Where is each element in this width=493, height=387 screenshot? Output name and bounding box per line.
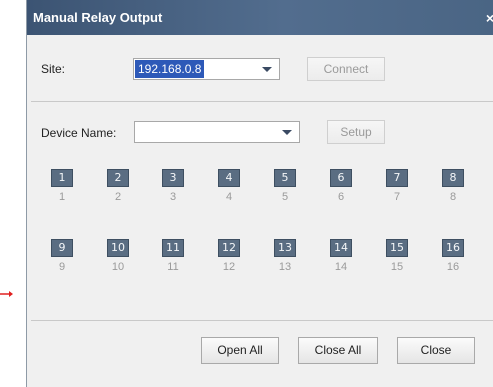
relay-9[interactable]: 99 (51, 239, 73, 279)
relay-button[interactable]: 4 (218, 169, 240, 187)
relay-row-1: 11 22 33 44 55 66 77 88 (31, 169, 493, 209)
site-panel: Site: 192.168.0.8 Connect (31, 40, 493, 102)
title-bar: Manual Relay Output × (27, 0, 493, 35)
relay-number: 8 (449, 191, 457, 203)
relay-button[interactable]: 14 (330, 239, 352, 257)
chevron-down-icon[interactable] (278, 122, 296, 142)
relay-number: 5 (281, 191, 289, 203)
open-all-button[interactable]: Open All (201, 337, 279, 364)
relay-8[interactable]: 88 (442, 169, 464, 209)
relay-number: 1 (58, 191, 66, 203)
setup-button[interactable]: Setup (327, 120, 385, 144)
relay-button[interactable]: 16 (442, 239, 464, 257)
background-strip (0, 0, 26, 387)
chevron-down-icon[interactable] (258, 59, 276, 79)
close-icon[interactable]: × (486, 10, 493, 26)
pointer-arrow-icon (0, 290, 14, 298)
relay-1[interactable]: 11 (51, 169, 73, 209)
relay-button[interactable]: 1 (51, 169, 73, 187)
relay-7[interactable]: 77 (386, 169, 408, 209)
relay-2[interactable]: 22 (107, 169, 129, 209)
relay-button[interactable]: 3 (162, 169, 184, 187)
relay-button[interactable]: 9 (51, 239, 73, 257)
relay-button[interactable]: 10 (107, 239, 129, 257)
device-name-label: Device Name: (41, 126, 117, 140)
close-all-button[interactable]: Close All (298, 337, 378, 364)
site-combobox[interactable]: 192.168.0.8 (133, 58, 280, 80)
device-name-combobox[interactable] (134, 121, 300, 143)
relay-number: 14 (334, 261, 348, 273)
site-label: Site: (41, 62, 66, 76)
relay-button[interactable]: 11 (162, 239, 184, 257)
relay-number: 11 (167, 261, 179, 273)
relay-number: 10 (111, 261, 125, 273)
relay-button[interactable]: 6 (330, 169, 352, 187)
relay-4[interactable]: 44 (218, 169, 240, 209)
relay-number: 2 (114, 191, 122, 203)
relay-button[interactable]: 2 (107, 169, 129, 187)
relay-button[interactable]: 15 (386, 239, 408, 257)
dialog-title: Manual Relay Output (33, 10, 163, 25)
relay-number: 9 (58, 261, 66, 273)
relay-15[interactable]: 15 15 (386, 239, 408, 279)
site-value: 192.168.0.8 (135, 60, 205, 78)
relay-number: 4 (225, 191, 233, 203)
relay-number: 3 (169, 191, 177, 203)
relay-5[interactable]: 55 (274, 169, 296, 209)
relay-button[interactable]: 12 (218, 239, 240, 257)
relay-number: 7 (393, 191, 401, 203)
relay-number: 16 (446, 261, 460, 273)
relay-3[interactable]: 33 (162, 169, 184, 209)
relay-16[interactable]: 16 16 (442, 239, 464, 279)
relay-row-2: 99 10 10 11 11 12 12 13 13 14 14 15 15 16 16 (31, 239, 493, 279)
relay-button[interactable]: 8 (442, 169, 464, 187)
relay-12[interactable]: 12 12 (218, 239, 240, 279)
close-button[interactable]: Close (397, 337, 475, 364)
relay-11[interactable]: 11 11 (162, 239, 184, 279)
relay-6[interactable]: 66 (330, 169, 352, 209)
relay-number: 15 (390, 261, 404, 273)
relay-number: 13 (278, 261, 292, 273)
device-panel: Device Name: Setup 11 22 33 44 55 66 77 … (31, 108, 493, 321)
relay-button[interactable]: 7 (386, 169, 408, 187)
relay-10[interactable]: 10 10 (107, 239, 129, 279)
relay-button[interactable]: 5 (274, 169, 296, 187)
relay-number: 6 (337, 191, 345, 203)
relay-14[interactable]: 14 14 (330, 239, 352, 279)
relay-number: 12 (222, 261, 236, 273)
connect-button[interactable]: Connect (307, 57, 385, 81)
relay-13[interactable]: 13 13 (274, 239, 296, 279)
relay-button[interactable]: 13 (274, 239, 296, 257)
manual-relay-output-dialog: Manual Relay Output × Site: 192.168.0.8 … (26, 0, 493, 387)
